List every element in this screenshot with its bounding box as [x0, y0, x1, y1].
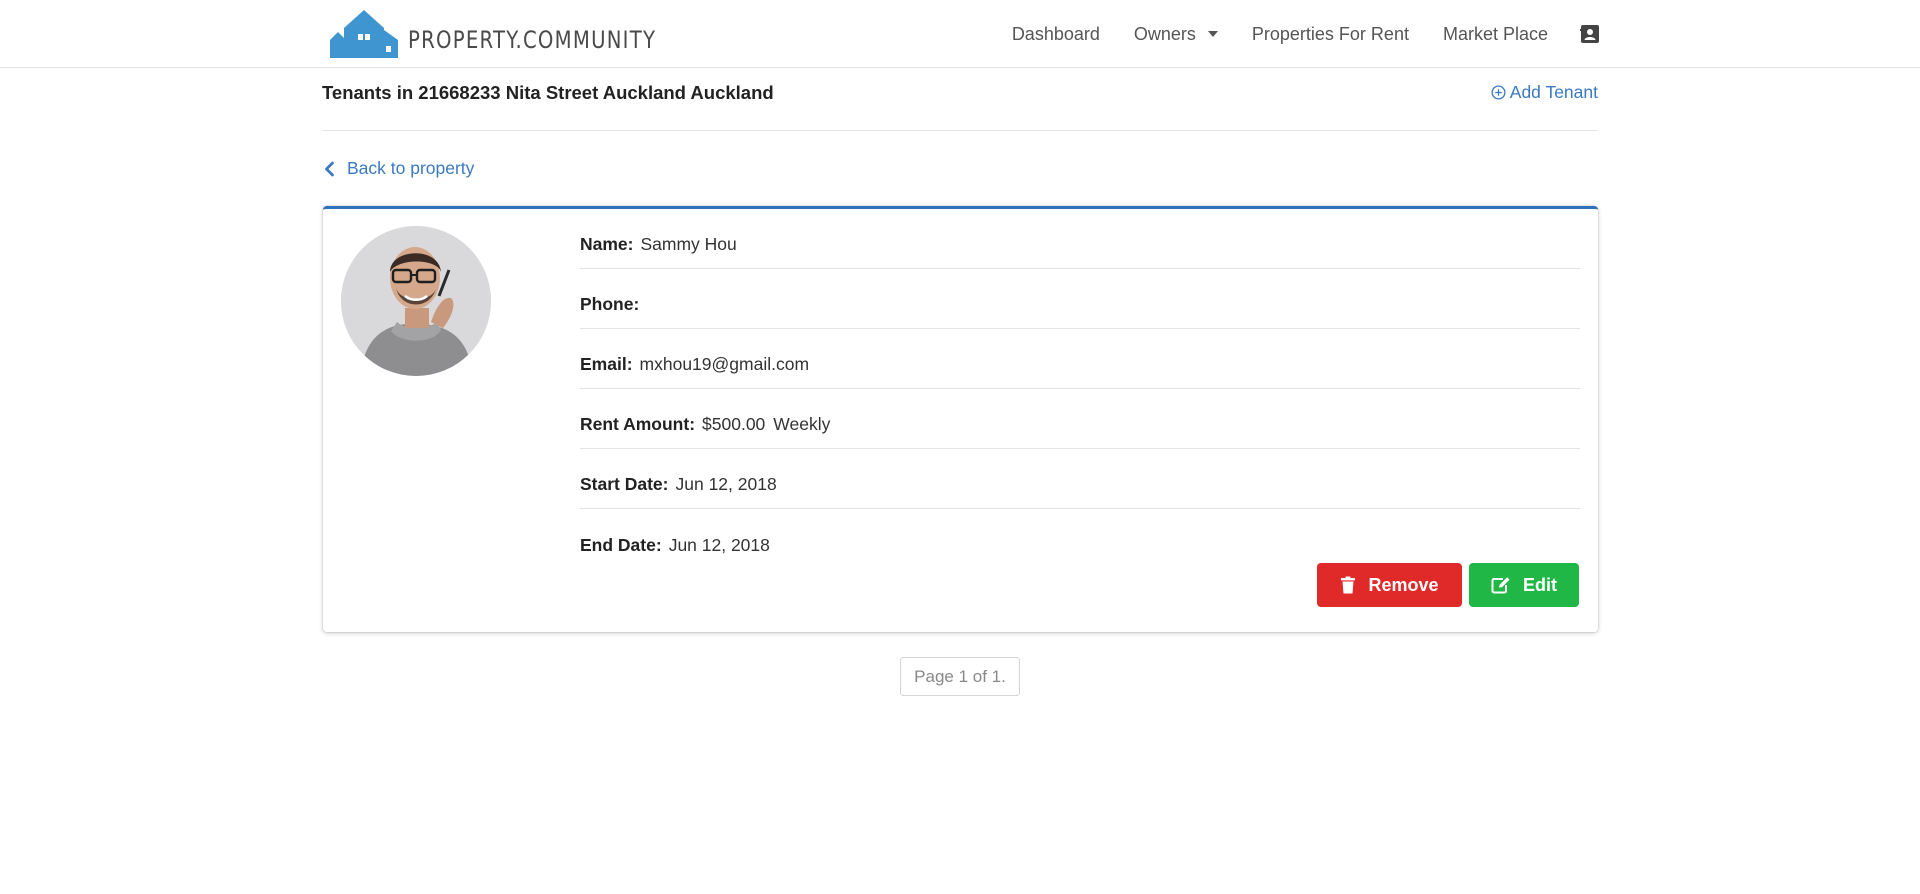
tenant-details: Name: Sammy Hou Phone: Email: mxhou19@gm…	[580, 209, 1580, 569]
chevron-left-icon	[325, 161, 334, 176]
nav-properties-for-rent[interactable]: Properties For Rent	[1252, 24, 1409, 45]
house-logo-icon	[330, 10, 398, 58]
top-navbar: PROPERTY.COMMUNITY Dashboard Owners Prop…	[0, 0, 1920, 68]
page-title: Tenants in 21668233 Nita Street Auckland…	[322, 82, 774, 103]
add-tenant-label: Add Tenant	[1509, 82, 1598, 102]
tenant-photo	[341, 226, 491, 376]
nav-dashboard[interactable]: Dashboard	[1012, 24, 1100, 45]
email-label: Email:	[580, 354, 633, 374]
back-link-label: Back to property	[347, 158, 475, 178]
brand-logo[interactable]: PROPERTY.COMMUNITY	[328, 6, 711, 58]
name-label: Name:	[580, 234, 634, 254]
pagination-indicator: Page 1 of 1.	[900, 657, 1020, 696]
tenant-email-row: Email: mxhou19@gmail.com	[580, 329, 1580, 389]
tenant-end-row: End Date: Jun 12, 2018	[580, 509, 1580, 569]
end-date: Jun 12, 2018	[668, 534, 770, 555]
remove-label: Remove	[1368, 574, 1439, 595]
page-header: Tenants in 21668233 Nita Street Auckland…	[322, 68, 1598, 131]
end-date-label: End Date:	[580, 534, 662, 555]
tenant-rent-row: Rent Amount: $500.00 Weekly	[580, 389, 1580, 449]
rent-period: Weekly	[773, 414, 831, 434]
back-to-property-link[interactable]: Back to property	[324, 158, 474, 179]
nav-dashboard-label: Dashboard	[1011, 23, 1100, 44]
nav-market-place[interactable]: Market Place	[1443, 24, 1548, 45]
start-date: Jun 12, 2018	[675, 474, 777, 494]
contact-card-icon[interactable]	[1580, 24, 1600, 44]
nav-owners-label: Owners	[1133, 23, 1196, 44]
plus-circle-icon	[1491, 85, 1506, 100]
main-nav: Dashboard Owners Properties For Rent Mar…	[978, 0, 1600, 68]
add-tenant-link[interactable]: Add Tenant	[1491, 82, 1598, 103]
start-date-label: Start Date:	[580, 474, 669, 494]
nav-owners-dropdown[interactable]: Owners	[1134, 24, 1218, 45]
brand-name: PROPERTY.COMMUNITY	[408, 26, 657, 54]
tenant-email: mxhou19@gmail.com	[639, 354, 810, 374]
tenant-card: Name: Sammy Hou Phone: Email: mxhou19@gm…	[323, 206, 1598, 632]
phone-label: Phone:	[580, 294, 640, 314]
tenant-name: Sammy Hou	[640, 234, 737, 254]
nav-properties-label: Properties For Rent	[1251, 23, 1409, 44]
edit-icon	[1491, 577, 1510, 594]
tenant-start-row: Start Date: Jun 12, 2018	[580, 449, 1580, 509]
caret-down-icon	[1207, 31, 1218, 37]
edit-button[interactable]: Edit	[1469, 563, 1579, 607]
rent-label: Rent Amount:	[580, 414, 696, 434]
tenant-name-row: Name: Sammy Hou	[580, 209, 1580, 269]
tenant-avatar	[341, 226, 491, 376]
trash-icon	[1341, 576, 1356, 594]
remove-button[interactable]: Remove	[1317, 563, 1462, 607]
rent-amount: $500.00	[702, 414, 766, 434]
nav-market-label: Market Place	[1442, 23, 1548, 44]
tenant-phone-row: Phone:	[580, 269, 1580, 329]
edit-label: Edit	[1523, 574, 1557, 595]
